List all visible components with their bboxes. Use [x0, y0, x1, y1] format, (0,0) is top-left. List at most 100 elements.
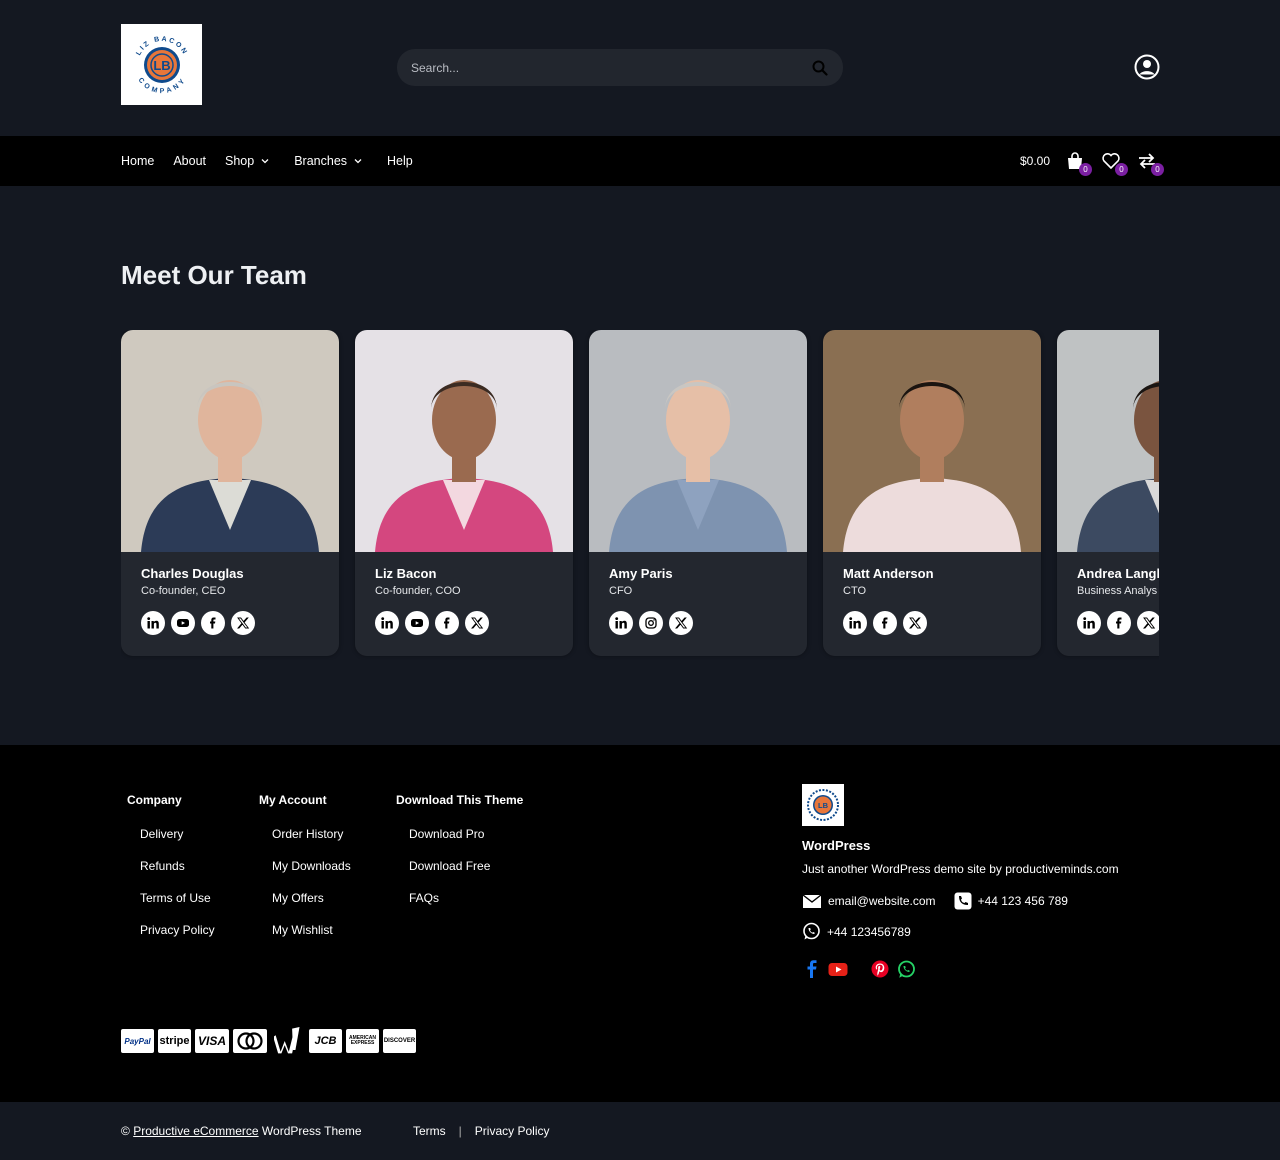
footer-contacts: email@website.com +44 123 456 789 — [802, 892, 1119, 910]
copyright-link[interactable]: Productive eCommerce — [133, 1124, 258, 1138]
x-icon[interactable] — [903, 611, 927, 635]
privacy-link[interactable]: Privacy Policy — [475, 1124, 550, 1138]
footer-brand-name: WordPress — [802, 838, 871, 853]
x-icon[interactable] — [231, 611, 255, 635]
legal-links: Terms | Privacy Policy — [413, 1124, 549, 1138]
contact-email[interactable]: email@website.com — [802, 893, 936, 909]
nav-item-help[interactable]: Help — [387, 154, 413, 168]
team-member-name: Charles Douglas — [141, 566, 244, 581]
footer-link-download-free[interactable]: Download Free — [409, 859, 523, 873]
w-payment-icon — [274, 1027, 300, 1054]
compare-count-badge: 0 — [1151, 163, 1164, 176]
footer-link-wishlist[interactable]: My Wishlist — [272, 923, 351, 937]
footer-logo[interactable]: LB — [802, 784, 844, 826]
nav-item-branches[interactable]: Branches — [294, 154, 363, 168]
nav-item-about[interactable]: About — [173, 154, 206, 168]
x-icon[interactable] — [465, 611, 489, 635]
page-title: Meet Our Team — [121, 260, 307, 290]
visa-logo: VISA — [195, 1029, 229, 1053]
footer-contacts-2: +44 123456789 — [802, 922, 1119, 941]
team-card-body: Andrea Langle Business Analys — [1057, 552, 1159, 649]
pinterest-icon[interactable] — [870, 959, 890, 979]
footer-social-links — [802, 959, 1119, 979]
team-card-body: Charles Douglas Co-founder, CEO — [121, 552, 339, 649]
account-icon[interactable] — [1134, 54, 1160, 80]
team-carousel[interactable]: Charles Douglas Co-founder, CEO Liz Bacon C… — [121, 330, 1159, 660]
footer-column-title: My Account — [259, 793, 327, 807]
instagram-icon[interactable] — [639, 611, 663, 635]
logo-badge-icon: LB — [807, 789, 839, 821]
wishlist-icon[interactable]: 0 — [1098, 148, 1128, 176]
facebook-icon[interactable] — [802, 959, 822, 979]
footer-brand: LB WordPress Just another WordPress demo… — [802, 784, 1119, 979]
team-card: Liz Bacon Co-founder, COO — [355, 330, 573, 656]
copyright-suffix: WordPress Theme — [258, 1124, 362, 1138]
logo-initials: LB — [153, 58, 170, 73]
search-input[interactable] — [411, 60, 811, 75]
nav-item-label: Branches — [294, 154, 348, 168]
discover-logo: DISCOVER — [383, 1029, 416, 1053]
linkedin-icon[interactable] — [141, 611, 165, 635]
site-logo[interactable]: LIZ BACON COMPANY LB — [121, 24, 202, 105]
footer-link-refunds[interactable]: Refunds — [140, 859, 215, 873]
nav-item-label: Home — [121, 154, 155, 168]
copyright: © Productive eCommerce WordPress Theme — [121, 1124, 362, 1138]
facebook-icon[interactable] — [873, 611, 897, 635]
link-separator: | — [458, 1124, 462, 1138]
contact-phone-text: +44 123 456 789 — [977, 894, 1068, 908]
footer-link-downloads[interactable]: My Downloads — [272, 859, 351, 873]
footer-link-privacy[interactable]: Privacy Policy — [140, 923, 215, 937]
compare-icon[interactable]: 0 — [1134, 148, 1164, 176]
footer-brand-tagline: Just another WordPress demo site by prod… — [802, 862, 1119, 876]
nav-item-label: Shop — [225, 154, 255, 168]
team-member-photo — [355, 330, 573, 552]
wishlist-count-badge: 0 — [1115, 163, 1128, 176]
youtube-icon[interactable] — [171, 611, 195, 635]
youtube-icon[interactable] — [828, 959, 848, 979]
facebook-icon[interactable] — [1107, 611, 1131, 635]
footer-link-faqs[interactable]: FAQs — [409, 891, 523, 905]
facebook-icon[interactable] — [435, 611, 459, 635]
nav-item-shop[interactable]: Shop — [225, 154, 270, 168]
contact-phone[interactable]: +44 123 456 789 — [954, 892, 1068, 910]
team-member-socials — [609, 611, 787, 635]
cart-count-badge: 0 — [1079, 163, 1092, 176]
team-member-name: Liz Bacon — [375, 566, 437, 581]
main-nav: Home About Shop Branches Help $0.00 0 0 … — [0, 136, 1280, 186]
footer-link-offers[interactable]: My Offers — [272, 891, 351, 905]
jcb-logo: JCB — [309, 1029, 342, 1053]
chevron-down-icon — [353, 156, 363, 166]
footer-column-account: My Account Order History My Downloads My… — [259, 793, 351, 955]
x-icon[interactable] — [1137, 611, 1159, 635]
footer-column-download: Download This Theme Download Pro Downloa… — [396, 793, 523, 923]
site-footer: Company Delivery Refunds Terms of Use Pr… — [0, 745, 1280, 1102]
linkedin-icon[interactable] — [375, 611, 399, 635]
cart-icon[interactable]: 0 — [1062, 148, 1092, 176]
chevron-down-icon — [260, 156, 270, 166]
nav-item-home[interactable]: Home — [121, 154, 154, 168]
phone-icon — [954, 892, 972, 910]
facebook-icon[interactable] — [201, 611, 225, 635]
search-icon[interactable] — [811, 59, 829, 77]
footer-link-order-history[interactable]: Order History — [272, 827, 351, 841]
terms-link[interactable]: Terms — [413, 1124, 446, 1138]
payment-methods: PayPal stripe VISA mastercard W JCB AMER… — [121, 1024, 416, 1058]
whatsapp-icon[interactable] — [896, 959, 916, 979]
contact-whatsapp-text: +44 123456789 — [827, 924, 911, 939]
footer-link-delivery[interactable]: Delivery — [140, 827, 215, 841]
linkedin-icon[interactable] — [843, 611, 867, 635]
footer-link-download-pro[interactable]: Download Pro — [409, 827, 523, 841]
youtube-icon[interactable] — [405, 611, 429, 635]
footer-link-terms[interactable]: Terms of Use — [140, 891, 215, 905]
team-member-name: Andrea Langle — [1077, 566, 1159, 581]
linkedin-icon[interactable] — [1077, 611, 1101, 635]
x-icon[interactable] — [669, 611, 693, 635]
team-member-role: Co-founder, CEO — [141, 585, 226, 597]
team-track: Charles Douglas Co-founder, CEO Liz Bacon C… — [121, 330, 1159, 656]
team-member-photo — [121, 330, 339, 552]
team-card: Amy Paris CFO — [589, 330, 807, 656]
team-card: Charles Douglas Co-founder, CEO — [121, 330, 339, 656]
site-header: LIZ BACON COMPANY LB — [0, 0, 1280, 136]
contact-whatsapp[interactable]: +44 123456789 — [802, 922, 911, 941]
linkedin-icon[interactable] — [609, 611, 633, 635]
